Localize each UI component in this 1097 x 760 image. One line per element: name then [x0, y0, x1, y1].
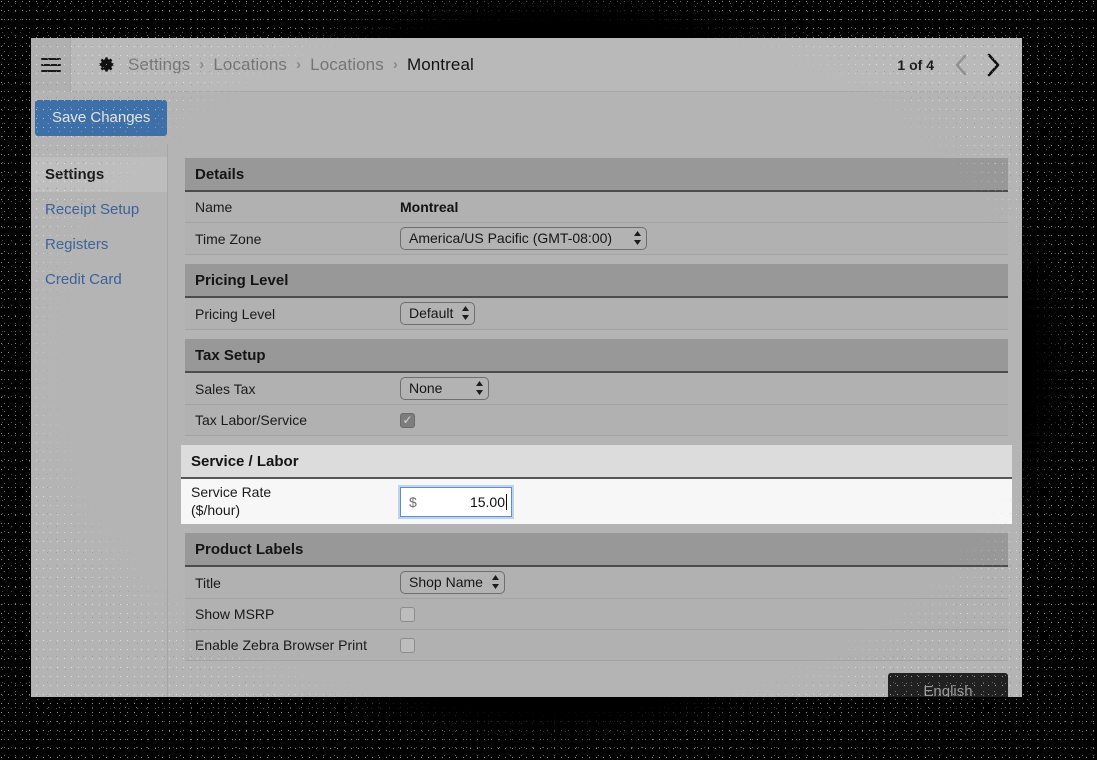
save-changes-button[interactable]: Save Changes	[35, 100, 168, 136]
tax-labor-service-checkbox[interactable]	[400, 412, 415, 428]
chevron-left-icon[interactable]	[948, 48, 974, 82]
section-header-service-labor: Service / Labor	[181, 445, 1012, 479]
sidebar-item-receipt-setup[interactable]: Receipt Setup	[31, 192, 167, 227]
sidebar-item-credit-card[interactable]: Credit Card	[31, 262, 167, 297]
sidebar-item-label: Credit Card	[45, 271, 122, 288]
sidebar-item-label: Settings	[45, 166, 105, 183]
spinner-arrows-icon	[475, 380, 484, 396]
sales-tax-select-value: None	[409, 380, 443, 396]
spinner-arrows-icon	[461, 305, 470, 321]
chevron-right-icon[interactable]	[980, 48, 1006, 82]
section-header-product-labels: Product Labels	[185, 533, 1008, 567]
time-zone-select-value: America/US Pacific (GMT-08:00)	[409, 230, 613, 246]
pager-count-label: 1 of 4	[897, 56, 934, 73]
field-label-name: Name	[195, 199, 233, 215]
body-split: Settings Receipt Setup Registers Credit …	[31, 144, 1022, 697]
row-pricing-level: Pricing Level Default	[185, 298, 1008, 330]
breadcrumb-separator-icon: ›	[199, 56, 205, 73]
sales-tax-select[interactable]: None	[400, 377, 489, 400]
pricing-level-select[interactable]: Default	[400, 302, 476, 325]
language-chip[interactable]: English	[888, 673, 1008, 697]
breadcrumb-item-locations-1[interactable]: Locations	[213, 55, 287, 75]
hamburger-menu-icon[interactable]	[31, 38, 71, 92]
gear-icon[interactable]	[97, 55, 116, 74]
row-show-msrp: Show MSRP	[185, 599, 1008, 630]
breadcrumb-separator-icon: ›	[296, 56, 302, 73]
sidebar-item-registers[interactable]: Registers	[31, 227, 167, 262]
row-time-zone: Time Zone America/US Pacific (GMT-08:00)	[185, 223, 1008, 255]
app-viewport: Settings › Locations › Locations › Montr…	[31, 38, 1022, 697]
text-caret	[506, 493, 507, 510]
enable-zebra-browser-print-checkbox[interactable]	[400, 637, 415, 653]
settings-sidebar: Settings Receipt Setup Registers Credit …	[31, 144, 168, 697]
section-pricing-level: Pricing Level Pricing Level Default	[185, 264, 1008, 330]
section-details: Details Name Montreal Time Zone America/…	[185, 158, 1008, 255]
breadcrumb: Settings › Locations › Locations › Montr…	[128, 55, 474, 75]
device-frame: Settings › Locations › Locations › Montr…	[0, 0, 1097, 760]
service-rate-label-line1: Service Rate	[191, 483, 272, 500]
row-title: Title Shop Name	[185, 567, 1008, 599]
row-sales-tax: Sales Tax None	[185, 373, 1008, 405]
field-label-service-rate: Service Rate ($/hour)	[191, 484, 400, 520]
settings-content: Details Name Montreal Time Zone America/…	[168, 144, 1022, 697]
sidebar-item-settings[interactable]: Settings	[31, 157, 167, 192]
time-zone-select[interactable]: America/US Pacific (GMT-08:00)	[400, 227, 647, 250]
field-label-sales-tax: Sales Tax	[195, 380, 256, 397]
breadcrumb-separator-icon: ›	[392, 56, 398, 73]
breadcrumb-item-montreal: Montreal	[406, 54, 474, 74]
field-value-name: Montreal	[400, 199, 459, 215]
section-tax-setup: Tax Setup Sales Tax None Tax Labor/Servi…	[185, 339, 1008, 436]
currency-symbol: $	[409, 493, 417, 510]
field-label-show-msrp: Show MSRP	[195, 606, 275, 622]
action-toolbar: Save Changes	[31, 92, 1022, 144]
record-pager: 1 of 4	[897, 48, 1022, 82]
service-rate-label-line2: ($/hour)	[191, 501, 241, 518]
top-bar: Settings › Locations › Locations › Montr…	[31, 38, 1022, 92]
sidebar-item-label: Registers	[45, 236, 109, 253]
show-msrp-checkbox[interactable]	[400, 606, 415, 622]
breadcrumb-item-settings[interactable]: Settings	[128, 55, 190, 75]
section-service-labor: Service / Labor Service Rate ($/hour) $ …	[181, 445, 1012, 524]
spinner-arrows-icon	[491, 574, 500, 590]
service-rate-input[interactable]: $ 15.00	[398, 484, 514, 519]
section-header-pricing-level: Pricing Level	[185, 264, 1008, 298]
field-label-pricing-level: Pricing Level	[195, 305, 276, 322]
sidebar-item-label: Receipt Setup	[45, 201, 140, 218]
breadcrumb-item-locations-2[interactable]: Locations	[310, 55, 384, 75]
field-label-title: Title	[195, 574, 221, 591]
field-label-time-zone: Time Zone	[195, 230, 262, 247]
service-rate-value: 15.00	[469, 493, 505, 510]
row-enable-zebra-browser-print: Enable Zebra Browser Print	[185, 630, 1008, 661]
field-label-tax-labor-service: Tax Labor/Service	[195, 412, 308, 428]
row-service-rate: Service Rate ($/hour) $ 15.00	[181, 479, 1012, 524]
pricing-level-select-value: Default	[409, 305, 454, 321]
row-tax-labor-service: Tax Labor/Service	[185, 405, 1008, 436]
hamburger-lines	[40, 54, 61, 76]
section-header-tax-setup: Tax Setup	[185, 339, 1008, 373]
field-label-enable-zebra-browser-print: Enable Zebra Browser Print	[195, 637, 367, 653]
product-label-title-value: Shop Name	[409, 574, 483, 590]
section-header-details: Details	[185, 158, 1008, 192]
spinner-arrows-icon	[633, 230, 642, 246]
row-name: Name Montreal	[185, 192, 1008, 223]
product-label-title-select[interactable]: Shop Name	[400, 571, 505, 594]
section-product-labels: Product Labels Title Shop Name Show MSRP	[185, 533, 1008, 661]
